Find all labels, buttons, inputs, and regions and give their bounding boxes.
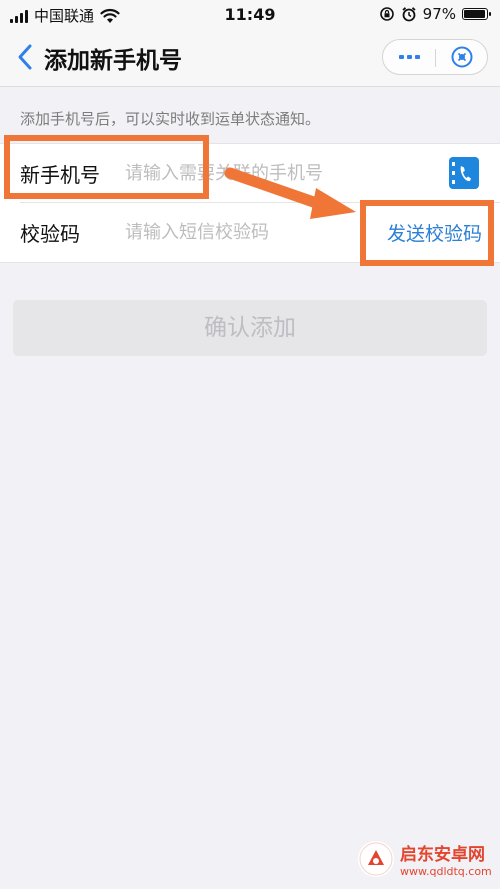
- back-button[interactable]: [14, 42, 38, 72]
- phone-row: 新手机号: [0, 144, 500, 203]
- chevron-left-icon: [18, 44, 32, 70]
- watermark-logo-icon: [358, 841, 394, 877]
- code-row: 校验码 发送校验码: [0, 203, 500, 261]
- code-input[interactable]: [125, 217, 355, 247]
- watermark: 启东安卓网 www.qdldtq.com: [358, 835, 494, 883]
- battery-icon: [462, 8, 491, 20]
- alarm-icon: [402, 7, 416, 22]
- watermark-text: 启东安卓网 www.qdldtq.com: [400, 840, 492, 878]
- status-right: 97%: [379, 5, 491, 23]
- form-group: 新手机号 校验码 发送校验码: [0, 143, 500, 263]
- page-title: 添加新手机号: [44, 48, 182, 74]
- contact-picker-button[interactable]: [449, 157, 479, 189]
- rotation-lock-icon: [379, 7, 394, 21]
- status-bar: 中国联通 11:49 97%: [0, 0, 500, 30]
- battery-percent: 97%: [422, 5, 456, 23]
- phone-label: 新手机号: [20, 163, 100, 187]
- nav-bar: 添加新手机号: [0, 30, 500, 87]
- watermark-url: www.qdldtq.com: [400, 865, 492, 878]
- confirm-add-button[interactable]: 确认添加: [13, 300, 487, 356]
- contact-book-icon: [452, 162, 471, 184]
- watermark-title: 启东安卓网: [400, 845, 485, 865]
- more-button[interactable]: [383, 40, 435, 74]
- send-code-button[interactable]: 发送校验码: [387, 219, 482, 246]
- more-dots-icon: [398, 55, 404, 59]
- battery-fill: [464, 10, 486, 18]
- close-mini-program-button[interactable]: [436, 40, 488, 74]
- close-circle-icon: [451, 46, 473, 68]
- hint-text: 添加手机号后，可以实时收到运单状态通知。: [20, 110, 321, 128]
- code-label: 校验码: [20, 222, 80, 246]
- phone-input[interactable]: [125, 158, 355, 188]
- mini-program-capsule: [382, 39, 488, 75]
- annotation-arrow-icon: [224, 167, 356, 219]
